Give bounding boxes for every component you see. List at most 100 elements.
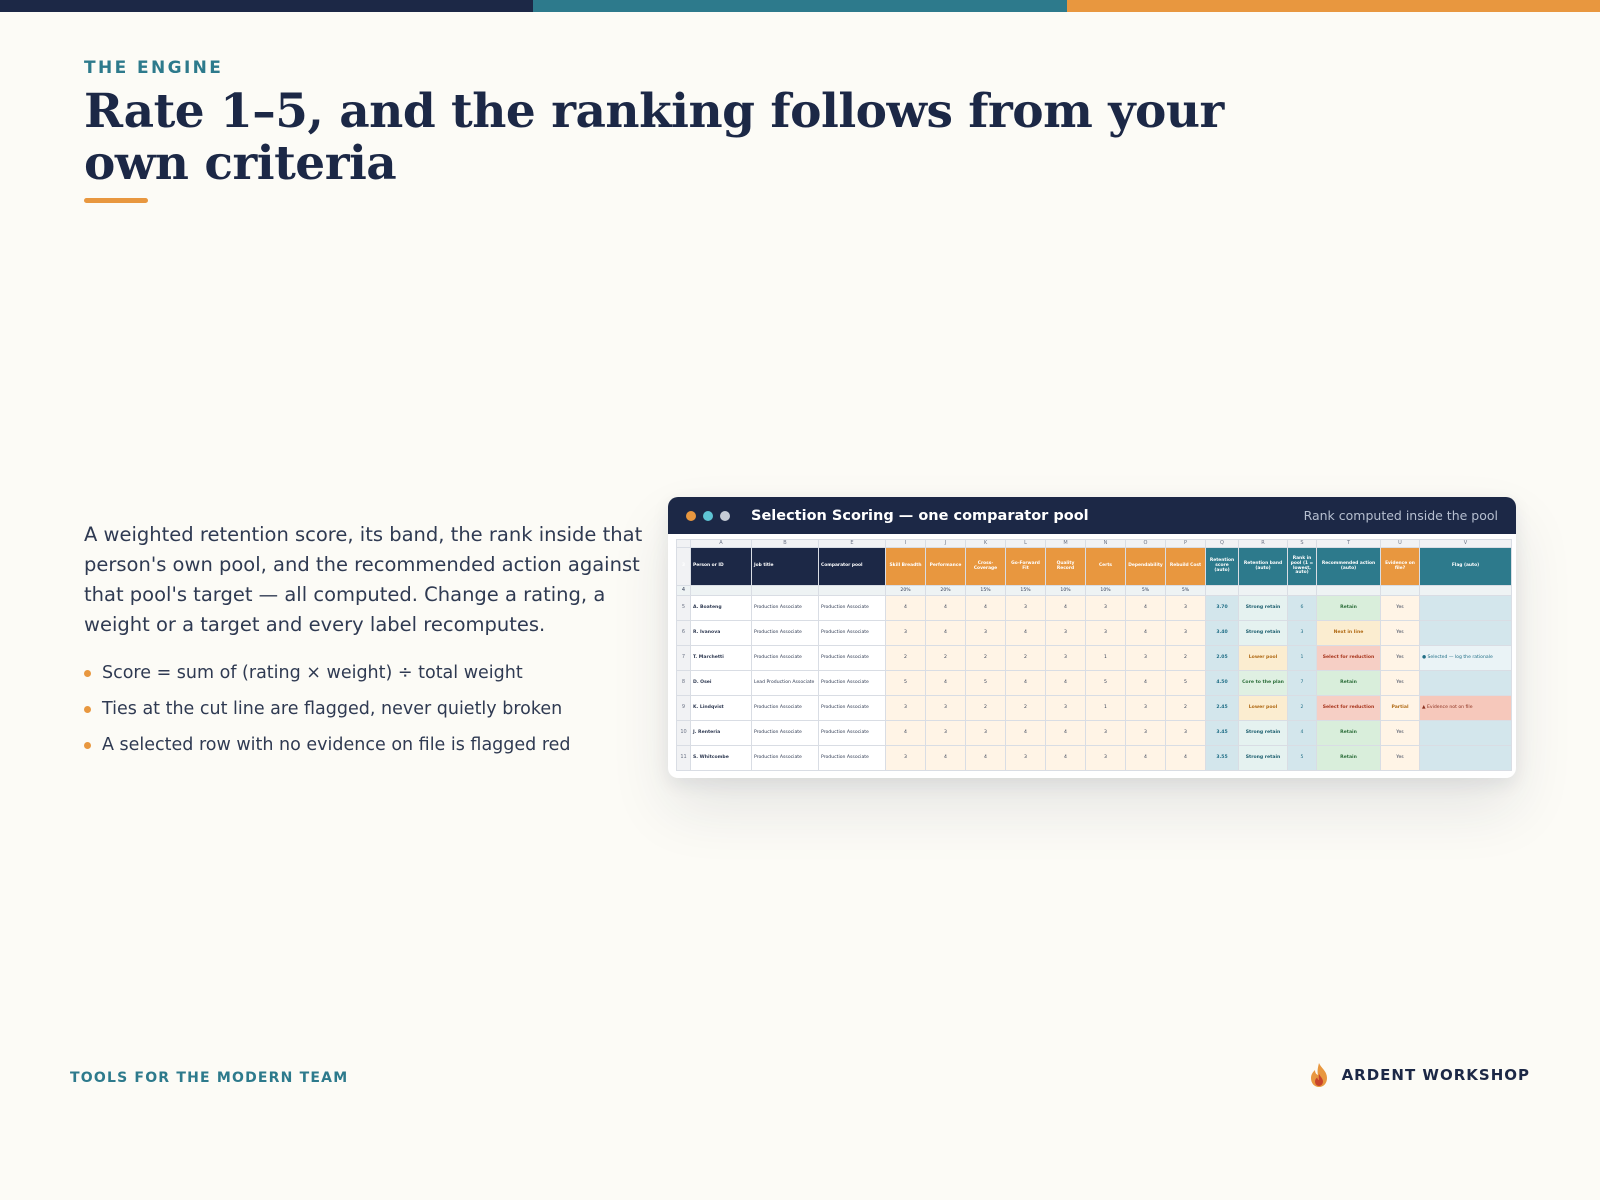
weight-cell[interactable] xyxy=(1419,585,1512,596)
rating-cell[interactable]: 4 xyxy=(965,745,1006,771)
evidence-cell[interactable]: Yes xyxy=(1380,670,1420,696)
rank-cell[interactable]: 6 xyxy=(1287,595,1317,621)
score-cell[interactable]: 2.05 xyxy=(1205,645,1239,671)
column-letter[interactable]: J xyxy=(925,539,966,548)
column-header[interactable]: Quality Record xyxy=(1045,547,1086,586)
rating-cell[interactable]: 3 xyxy=(965,720,1006,746)
column-header[interactable]: Performance xyxy=(925,547,966,586)
rank-cell[interactable]: 7 xyxy=(1287,670,1317,696)
row-number[interactable]: 11 xyxy=(676,745,691,771)
rating-cell[interactable]: 2 xyxy=(965,645,1006,671)
action-cell[interactable]: Select for reduction xyxy=(1316,695,1381,721)
pool-cell[interactable]: Production Associate xyxy=(818,595,886,621)
column-letter[interactable]: O xyxy=(1125,539,1166,548)
person-cell[interactable]: J. Renteria xyxy=(690,720,752,746)
row-number[interactable]: 6 xyxy=(676,620,691,646)
column-header[interactable]: Evidence on file? xyxy=(1380,547,1420,586)
rating-cell[interactable]: 4 xyxy=(925,670,966,696)
column-letter[interactable]: A xyxy=(690,539,752,548)
job-title-cell[interactable]: Production Associate xyxy=(751,745,819,771)
person-cell[interactable]: D. Osei xyxy=(690,670,752,696)
person-cell[interactable]: A. Boateng xyxy=(690,595,752,621)
band-cell[interactable]: Strong retain xyxy=(1238,720,1288,746)
score-cell[interactable]: 3.55 xyxy=(1205,745,1239,771)
score-cell[interactable]: 3.40 xyxy=(1205,620,1239,646)
flag-cell[interactable]: ▲ Evidence not on file xyxy=(1419,695,1512,721)
rating-cell[interactable]: 3 xyxy=(1045,620,1086,646)
rating-cell[interactable]: 4 xyxy=(1045,720,1086,746)
rating-cell[interactable]: 2 xyxy=(1005,645,1046,671)
rating-cell[interactable]: 2 xyxy=(1165,645,1206,671)
rating-cell[interactable]: 4 xyxy=(925,595,966,621)
rating-cell[interactable]: 3 xyxy=(1165,620,1206,646)
score-cell[interactable]: 2.45 xyxy=(1205,695,1239,721)
column-header[interactable]: Retention score (auto) xyxy=(1205,547,1239,586)
rating-cell[interactable]: 4 xyxy=(1005,620,1046,646)
window-dot-teal-icon[interactable] xyxy=(703,510,713,521)
band-cell[interactable]: Lower pool xyxy=(1238,645,1288,671)
job-title-cell[interactable]: Production Associate xyxy=(751,720,819,746)
column-header[interactable]: Cross-Coverage xyxy=(965,547,1006,586)
flag-cell[interactable] xyxy=(1419,745,1512,771)
column-letter[interactable]: L xyxy=(1005,539,1046,548)
band-cell[interactable]: Strong retain xyxy=(1238,620,1288,646)
rating-cell[interactable]: 3 xyxy=(1125,695,1166,721)
weight-cell[interactable] xyxy=(1238,585,1288,596)
rating-cell[interactable]: 3 xyxy=(1165,720,1206,746)
column-letter[interactable]: N xyxy=(1085,539,1126,548)
pool-cell[interactable]: Production Associate xyxy=(818,745,886,771)
pool-cell[interactable]: Production Associate xyxy=(818,720,886,746)
row-number[interactable]: 4 xyxy=(676,585,691,596)
person-cell[interactable]: S. Whitcombe xyxy=(690,745,752,771)
row-number[interactable]: 5 xyxy=(676,595,691,621)
rating-cell[interactable]: 4 xyxy=(1125,745,1166,771)
column-header[interactable]: Retention band (auto) xyxy=(1238,547,1288,586)
action-cell[interactable]: Retain xyxy=(1316,745,1381,771)
column-letter[interactable]: R xyxy=(1238,539,1288,548)
rating-cell[interactable]: 3 xyxy=(1045,645,1086,671)
weight-cell[interactable]: 10% xyxy=(1045,585,1086,596)
column-header[interactable]: Dependability xyxy=(1125,547,1166,586)
rating-cell[interactable]: 4 xyxy=(1045,670,1086,696)
pool-cell[interactable]: Production Associate xyxy=(818,695,886,721)
flag-cell[interactable] xyxy=(1419,720,1512,746)
band-cell[interactable]: Strong retain xyxy=(1238,745,1288,771)
column-letter[interactable]: K xyxy=(965,539,1006,548)
column-letter[interactable]: T xyxy=(1316,539,1381,548)
rating-cell[interactable]: 4 xyxy=(1005,670,1046,696)
rating-cell[interactable]: 4 xyxy=(1165,745,1206,771)
person-cell[interactable]: T. Marchetti xyxy=(690,645,752,671)
rating-cell[interactable]: 2 xyxy=(1005,695,1046,721)
row-number[interactable]: 7 xyxy=(676,645,691,671)
action-cell[interactable]: Retain xyxy=(1316,670,1381,696)
weight-cell[interactable] xyxy=(1287,585,1317,596)
person-cell[interactable]: K. Lindqvist xyxy=(690,695,752,721)
rating-cell[interactable]: 3 xyxy=(1005,595,1046,621)
person-cell[interactable]: R. Ivanova xyxy=(690,620,752,646)
column-header[interactable]: Job title xyxy=(751,547,819,586)
weight-cell[interactable]: 5% xyxy=(1165,585,1206,596)
band-cell[interactable]: Lower pool xyxy=(1238,695,1288,721)
weight-cell[interactable]: 20% xyxy=(925,585,966,596)
evidence-cell[interactable]: Yes xyxy=(1380,720,1420,746)
flag-cell[interactable] xyxy=(1419,670,1512,696)
action-cell[interactable]: Select for reduction xyxy=(1316,645,1381,671)
column-header[interactable]: Certs xyxy=(1085,547,1126,586)
score-cell[interactable]: 4.50 xyxy=(1205,670,1239,696)
rating-cell[interactable]: 3 xyxy=(1165,595,1206,621)
flag-cell[interactable] xyxy=(1419,595,1512,621)
rating-cell[interactable]: 3 xyxy=(1085,720,1126,746)
flag-cell[interactable] xyxy=(1419,620,1512,646)
weight-cell[interactable] xyxy=(690,585,752,596)
column-letter[interactable]: B xyxy=(751,539,819,548)
rank-cell[interactable]: 5 xyxy=(1287,745,1317,771)
evidence-cell[interactable]: Yes xyxy=(1380,620,1420,646)
column-header[interactable]: Comparator pool xyxy=(818,547,886,586)
job-title-cell[interactable]: Production Associate xyxy=(751,595,819,621)
rating-cell[interactable]: 3 xyxy=(885,620,926,646)
weight-cell[interactable]: 15% xyxy=(965,585,1006,596)
weight-cell[interactable]: 20% xyxy=(885,585,926,596)
evidence-cell[interactable]: Yes xyxy=(1380,595,1420,621)
rating-cell[interactable]: 3 xyxy=(1005,745,1046,771)
pool-cell[interactable]: Production Associate xyxy=(818,620,886,646)
